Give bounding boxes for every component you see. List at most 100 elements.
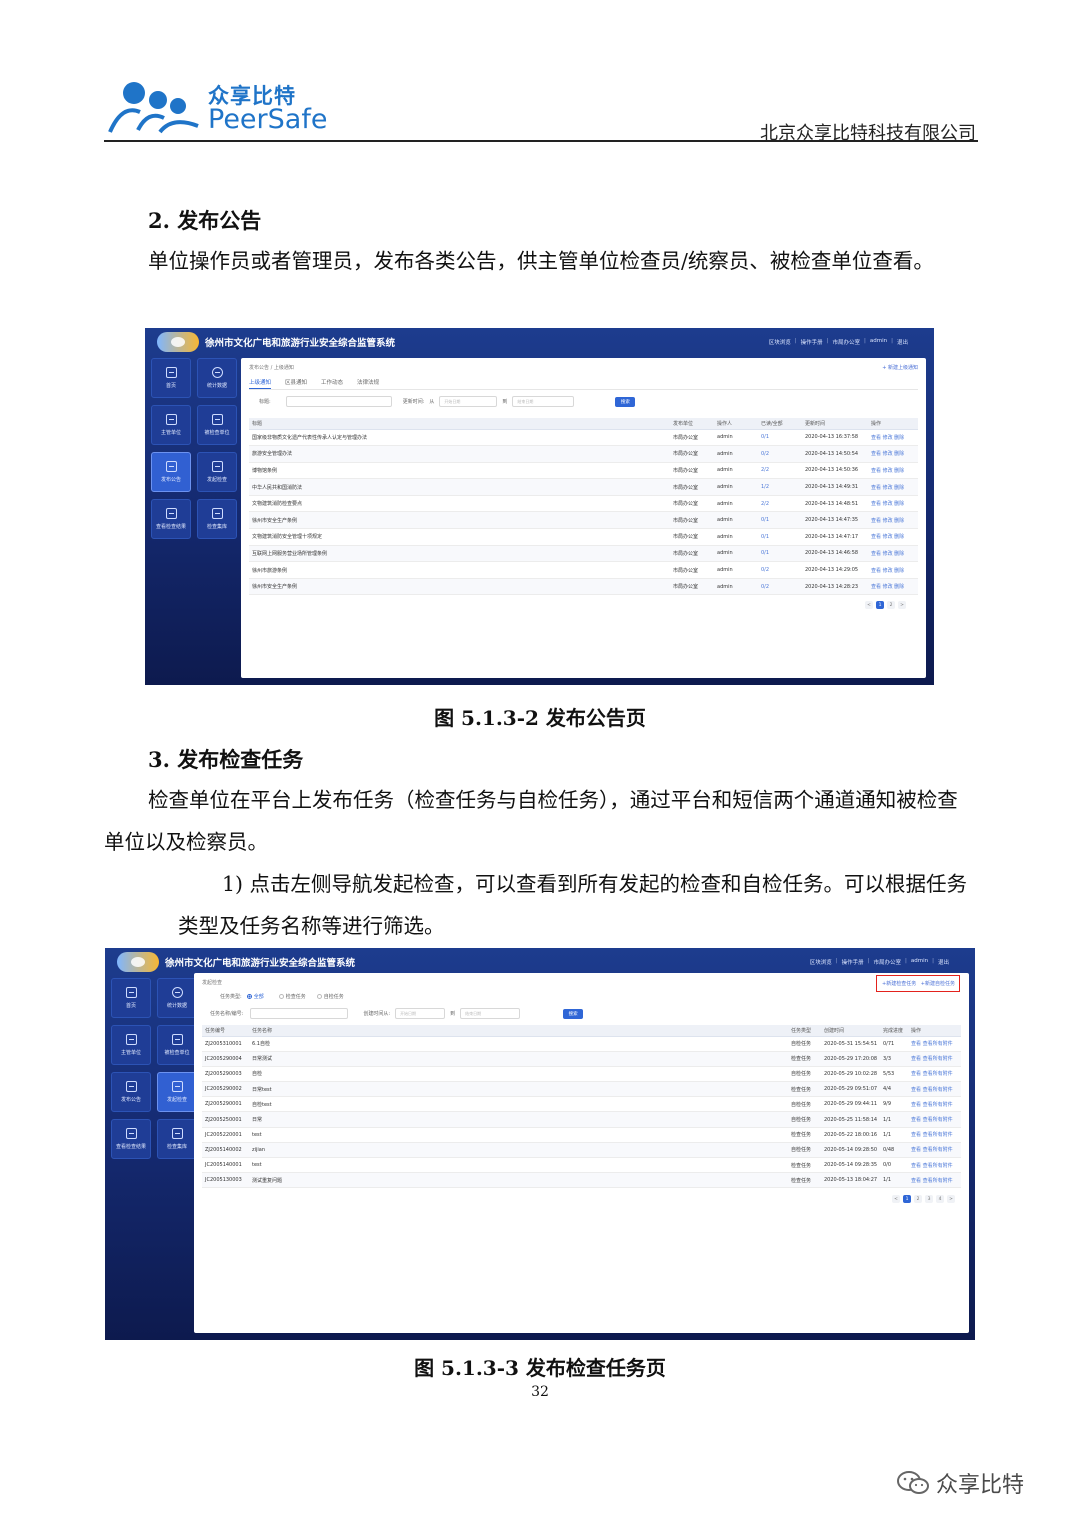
start-date-input[interactable]: 开始日期 — [439, 396, 498, 407]
title-filter-input[interactable] — [285, 396, 392, 407]
toplink-logout[interactable]: 退出 — [938, 958, 949, 966]
nav-label: 主管单位 — [160, 430, 181, 436]
col-title: 标题 — [249, 418, 670, 430]
cell-read-count[interactable]: 0/1 — [758, 528, 802, 546]
radio-check-task[interactable]: 检查任务 — [278, 993, 306, 1000]
cell-read-count[interactable]: 0/1 — [758, 429, 802, 447]
radio-self-check-task[interactable]: 自检任务 — [316, 993, 344, 1000]
page-next[interactable]: > — [898, 601, 906, 609]
nav-inspection-library[interactable]: 检查集库 — [197, 499, 237, 539]
nav-view-results[interactable]: 查看检查结果 — [111, 1119, 151, 1159]
end-date-input[interactable]: 结束日期 — [512, 396, 575, 407]
row-action-links[interactable]: 查看 修改 删除 — [868, 429, 918, 447]
page-3[interactable]: 3 — [925, 1195, 933, 1203]
toplink-manual[interactable]: 操作手册 — [842, 958, 864, 966]
table-row: JC2005290004 日常测试 检查任务 2020-05-29 17:20:08 3… — [202, 1051, 961, 1067]
nav-supervisor-unit[interactable]: 主管单位 — [151, 405, 191, 445]
page-1[interactable]: 1 — [876, 601, 884, 609]
toplink-chain-browser[interactable]: 区块浏览 — [810, 958, 832, 966]
nav-home[interactable]: 首页 — [111, 978, 151, 1018]
cell-unit: 市局办公室 — [670, 545, 714, 563]
page-prev[interactable]: < — [892, 1195, 900, 1203]
toplink-chain-browser[interactable]: 区块浏览 — [769, 338, 791, 346]
row-action-links[interactable]: 查看 查看所有附件 — [908, 1111, 961, 1128]
search-button[interactable]: 搜索 — [563, 1008, 584, 1019]
nav-inspected-unit[interactable]: 被检查单位 — [157, 1025, 197, 1065]
row-action-links[interactable]: 查看 查看所有附件 — [908, 1127, 961, 1143]
row-action-links[interactable]: 查看 查看所有附件 — [908, 1096, 961, 1113]
row-action-links[interactable]: 查看 查看所有附件 — [908, 1081, 961, 1098]
nav-inspection-library[interactable]: 检查集库 — [157, 1119, 197, 1159]
page-1[interactable]: 1 — [903, 1195, 911, 1203]
row-action-links[interactable]: 查看 查看所有附件 — [908, 1051, 961, 1067]
toplink-manual[interactable]: 操作手册 — [801, 338, 823, 346]
page-2[interactable]: 2 — [887, 601, 895, 609]
cell-task-id: JC2005130003 — [202, 1172, 249, 1189]
start-date-input[interactable]: 开始日期 — [395, 1008, 446, 1019]
cell-read-count[interactable]: 0/2 — [758, 445, 802, 463]
cell-progress: 0/0 — [880, 1157, 908, 1174]
tab-work-news[interactable]: 工作动态 — [321, 378, 343, 389]
page-4[interactable]: 4 — [936, 1195, 944, 1203]
nav-announcement[interactable]: 发布公告 — [111, 1072, 151, 1112]
table-row: 徐州市旅游条例 市局办公室 admin 0/2 2020-04-13 14:29:05 查… — [249, 561, 918, 579]
end-date-input[interactable]: 结束日期 — [460, 1008, 521, 1019]
page-next[interactable]: > — [947, 1195, 955, 1203]
toplink-office[interactable]: 市局办公室 — [833, 338, 861, 346]
row-action-links[interactable]: 查看 修改 删除 — [868, 445, 918, 463]
row-action-links[interactable]: 查看 修改 删除 — [868, 462, 918, 480]
content-panel: 发起检查 +新建检查任务 +新建自检任务 任务类型: 全部 检查任务 自检任务 … — [194, 973, 969, 1333]
cell-read-count[interactable]: 2/2 — [758, 462, 802, 480]
radio-dot-icon — [246, 994, 252, 999]
tab-laws[interactable]: 法律法规 — [357, 378, 379, 389]
cell-read-count[interactable]: 2/2 — [758, 495, 802, 513]
cell-title: 中华人民共和国消防法 — [249, 478, 670, 496]
row-action-links[interactable]: 查看 修改 删除 — [868, 495, 918, 513]
nav-start-inspection[interactable]: 发起检查 — [157, 1072, 197, 1112]
nav-statistics[interactable]: 统计数据 — [157, 978, 197, 1018]
nav-announcement[interactable]: 发布公告 — [151, 452, 191, 492]
toplink-logout[interactable]: 退出 — [897, 338, 908, 346]
cell-task-id: ZJ2005290001 — [202, 1096, 249, 1113]
nav-statistics[interactable]: 统计数据 — [197, 358, 237, 398]
tab-county-notice[interactable]: 区县通知 — [285, 378, 307, 389]
row-action-links[interactable]: 查看 查看所有附件 — [908, 1066, 961, 1083]
tab-superior-notice[interactable]: 上级通知 — [249, 378, 272, 389]
row-action-links[interactable]: 查看 查看所有附件 — [908, 1172, 961, 1189]
page-2[interactable]: 2 — [914, 1195, 922, 1203]
nav-label: 统计数据 — [206, 383, 227, 389]
nav-home[interactable]: 首页 — [151, 358, 191, 398]
cell-read-count[interactable]: 0/1 — [758, 511, 802, 530]
nav-view-results[interactable]: 查看检查结果 — [151, 499, 191, 539]
to-label: 到 — [502, 399, 508, 405]
row-action-links[interactable]: 查看 查看所有附件 — [908, 1036, 961, 1052]
cell-read-count[interactable]: 0/1 — [758, 545, 802, 563]
cell-read-count[interactable]: 0/2 — [758, 578, 802, 596]
cell-task-name: 测试重复问题 — [249, 1172, 788, 1189]
row-action-links[interactable]: 查看 修改 删除 — [868, 578, 918, 596]
cell-read-count[interactable]: 0/2 — [758, 561, 802, 579]
radio-all[interactable]: 全部 — [246, 993, 264, 1000]
row-action-links[interactable]: 查看 查看所有附件 — [908, 1142, 961, 1159]
cell-unit: 市局办公室 — [670, 511, 714, 530]
notice-table-body: 国家级非物质文化遗产代表性传承人认定与管理办法 市局办公室 admin 0/1 2020… — [249, 429, 918, 596]
row-action-links[interactable]: 查看 修改 删除 — [868, 561, 918, 579]
nav-start-inspection[interactable]: 发起检查 — [197, 452, 237, 492]
toplink-user[interactable]: admin — [911, 958, 928, 966]
search-button[interactable]: 搜索 — [615, 396, 636, 407]
cell-read-count[interactable]: 1/2 — [758, 478, 802, 496]
page-prev[interactable]: < — [865, 601, 873, 609]
toplink-user[interactable]: admin — [870, 338, 887, 346]
app-topbar: 徐州市文化广电和旅游行业安全综合监管系统 区块浏览 | 操作手册 | 市局办公室 | … — [105, 948, 975, 976]
toplink-office[interactable]: 市局办公室 — [874, 958, 902, 966]
cell-updated: 2020-04-13 14:47:35 — [802, 511, 868, 530]
nav-supervisor-unit[interactable]: 主管单位 — [111, 1025, 151, 1065]
row-action-links[interactable]: 查看 修改 删除 — [868, 478, 918, 496]
row-action-links[interactable]: 查看 修改 删除 — [868, 528, 918, 546]
new-notice-button[interactable]: + 新建上级通知 — [882, 364, 918, 371]
task-name-input[interactable] — [250, 1008, 349, 1019]
nav-inspected-unit[interactable]: 被检查单位 — [197, 405, 237, 445]
row-action-links[interactable]: 查看 修改 删除 — [868, 511, 918, 530]
row-action-links[interactable]: 查看 修改 删除 — [868, 545, 918, 563]
row-action-links[interactable]: 查看 查看所有附件 — [908, 1157, 961, 1174]
